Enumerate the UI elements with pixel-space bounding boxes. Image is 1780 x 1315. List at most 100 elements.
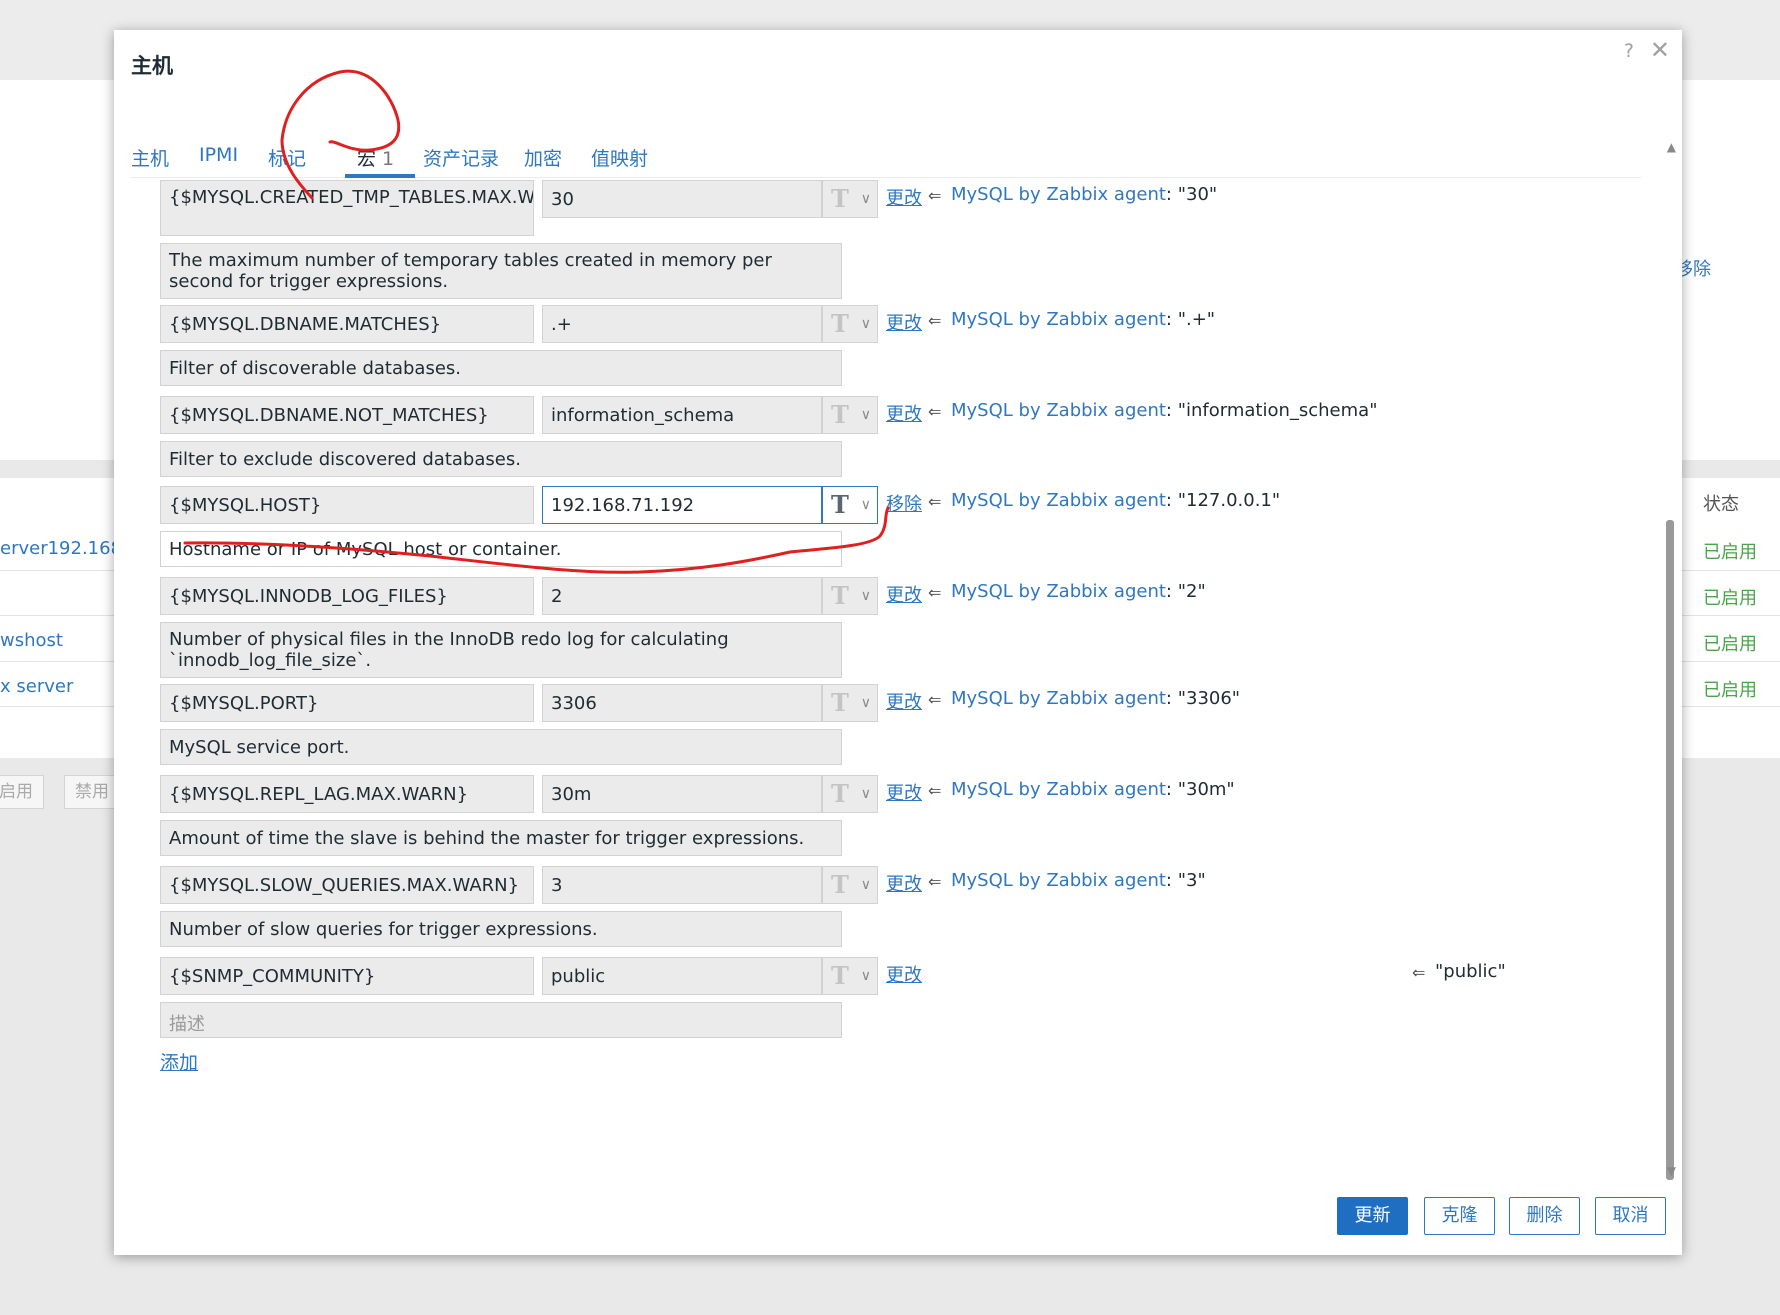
macro-value-field[interactable]: 192.168.71.192 bbox=[542, 486, 822, 524]
change-link[interactable]: 更改 bbox=[886, 581, 922, 607]
tab-value-mapping[interactable]: 值映射 bbox=[591, 144, 648, 171]
tab-host[interactable]: 主机 bbox=[131, 144, 169, 171]
text-type-icon: T bbox=[831, 961, 849, 990]
macro-type-button[interactable]: T ∨ bbox=[822, 866, 878, 904]
macro-type-button[interactable]: T ∨ bbox=[822, 396, 878, 434]
inherited-value: MySQL by Zabbix agent: "30m" bbox=[951, 779, 1235, 800]
text-type-icon: T bbox=[831, 400, 849, 429]
macro-name-field[interactable]: {$MYSQL.DBNAME.NOT_MATCHES} bbox=[160, 396, 534, 434]
macro-value-field[interactable]: public bbox=[542, 957, 822, 995]
background-host-link[interactable]: wshost bbox=[0, 630, 63, 651]
template-link[interactable]: MySQL by Zabbix agent bbox=[951, 581, 1166, 602]
macro-name-field[interactable]: {$MYSQL.CREATED_TMP_TABLES.MAX.WARN} bbox=[160, 180, 534, 236]
tab-macros[interactable]: 宏1 bbox=[357, 144, 394, 171]
background-host-link[interactable]: x server bbox=[0, 676, 73, 697]
change-link[interactable]: 更改 bbox=[886, 779, 922, 805]
macro-row: {$MYSQL.DBNAME.MATCHES} .+ T ∨ 更改 ⇐ MySQL… bbox=[160, 305, 1660, 343]
macro-name-field[interactable]: {$MYSQL.INNODB_LOG_FILES} bbox=[160, 577, 534, 615]
chevron-down-icon: ∨ bbox=[860, 695, 871, 711]
template-link[interactable]: MySQL by Zabbix agent bbox=[951, 870, 1166, 891]
tab-ipmi[interactable]: IPMI bbox=[199, 144, 238, 166]
delete-button[interactable]: 删除 bbox=[1509, 1197, 1580, 1235]
inherit-arrow-icon: ⇐ bbox=[928, 311, 942, 330]
macro-description-field[interactable]: Number of slow queries for trigger expre… bbox=[160, 911, 842, 947]
macro-description-field[interactable]: Filter to exclude discovered databases. bbox=[160, 441, 842, 477]
add-macro-link[interactable]: 添加 bbox=[160, 1048, 198, 1075]
chevron-down-icon: ∨ bbox=[860, 191, 871, 207]
change-link[interactable]: 更改 bbox=[886, 688, 922, 714]
background-status-enabled[interactable]: 已启用 bbox=[1703, 538, 1757, 564]
template-link[interactable]: MySQL by Zabbix agent bbox=[951, 779, 1166, 800]
tab-inventory[interactable]: 资产记录 bbox=[423, 144, 499, 171]
change-link[interactable]: 更改 bbox=[886, 309, 922, 335]
macro-type-button[interactable]: T ∨ bbox=[822, 577, 878, 615]
macro-value-field[interactable]: 30m bbox=[542, 775, 822, 813]
macro-value-field[interactable]: 2 bbox=[542, 577, 822, 615]
macro-description-field[interactable]: 描述 bbox=[160, 1002, 842, 1038]
macro-name-field[interactable]: {$SNMP_COMMUNITY} bbox=[160, 957, 534, 995]
macro-value-field[interactable]: .+ bbox=[542, 305, 822, 343]
macro-name-field[interactable]: {$MYSQL.HOST} bbox=[160, 486, 534, 524]
macro-description-field[interactable]: The maximum number of temporary tables c… bbox=[160, 243, 842, 299]
template-link[interactable]: MySQL by Zabbix agent bbox=[951, 688, 1166, 709]
background-disable-button[interactable]: 禁用 bbox=[64, 775, 120, 809]
inherited-text: : "information_schema" bbox=[1165, 400, 1378, 421]
text-type-icon: T bbox=[831, 490, 849, 519]
background-status-enabled[interactable]: 已启用 bbox=[1703, 630, 1757, 656]
cancel-button[interactable]: 取消 bbox=[1595, 1197, 1666, 1235]
inherited-text: : "30m" bbox=[1165, 779, 1235, 800]
remove-link[interactable]: 移除 bbox=[886, 490, 922, 516]
inherited-value: MySQL by Zabbix agent: "3306" bbox=[951, 688, 1240, 709]
template-link[interactable]: MySQL by Zabbix agent bbox=[951, 309, 1166, 330]
tab-tags[interactable]: 标记 bbox=[268, 144, 306, 171]
change-link[interactable]: 更改 bbox=[886, 400, 922, 426]
template-link[interactable]: MySQL by Zabbix agent bbox=[951, 184, 1166, 205]
macro-name-field[interactable]: {$MYSQL.DBNAME.MATCHES} bbox=[160, 305, 534, 343]
macro-type-button[interactable]: T ∨ bbox=[822, 486, 878, 524]
template-link[interactable]: MySQL by Zabbix agent bbox=[951, 400, 1166, 421]
chevron-down-icon: ∨ bbox=[860, 407, 871, 423]
macro-type-button[interactable]: T ∨ bbox=[822, 305, 878, 343]
macro-type-button[interactable]: T ∨ bbox=[822, 180, 878, 218]
scroll-up-arrow-icon[interactable]: ▲ bbox=[1667, 140, 1676, 154]
inherit-arrow-icon: ⇐ bbox=[928, 492, 942, 511]
inherit-arrow-icon: ⇐ bbox=[928, 402, 942, 421]
inherited-text: : "30" bbox=[1165, 184, 1218, 205]
macro-description-field[interactable]: Amount of time the slave is behind the m… bbox=[160, 820, 842, 856]
inherited-text: : "2" bbox=[1165, 581, 1206, 602]
change-link[interactable]: 更改 bbox=[886, 870, 922, 896]
scroll-down-arrow-icon[interactable]: ▼ bbox=[1667, 1164, 1676, 1178]
macro-value-field[interactable]: 3 bbox=[542, 866, 822, 904]
background-status-enabled[interactable]: 已启用 bbox=[1703, 676, 1757, 702]
macro-value-field[interactable]: 3306 bbox=[542, 684, 822, 722]
macro-description-field[interactable]: Hostname or IP of MySQL host or containe… bbox=[160, 531, 842, 567]
macro-name-field[interactable]: {$MYSQL.REPL_LAG.MAX.WARN} bbox=[160, 775, 534, 813]
help-icon[interactable]: ? bbox=[1624, 40, 1634, 62]
macro-type-button[interactable]: T ∨ bbox=[822, 684, 878, 722]
background-enable-button[interactable]: 启用 bbox=[0, 775, 44, 809]
macro-type-button[interactable]: T ∨ bbox=[822, 957, 878, 995]
macro-description-field[interactable]: MySQL service port. bbox=[160, 729, 842, 765]
update-button[interactable]: 更新 bbox=[1337, 1197, 1408, 1235]
tab-encryption[interactable]: 加密 bbox=[524, 144, 562, 171]
macro-name-field[interactable]: {$MYSQL.PORT} bbox=[160, 684, 534, 722]
macro-description-field[interactable]: Number of physical files in the InnoDB r… bbox=[160, 622, 842, 678]
change-link[interactable]: 更改 bbox=[886, 961, 922, 987]
inherited-value: MySQL by Zabbix agent: "3" bbox=[951, 870, 1206, 891]
inherited-value: "public" bbox=[1435, 961, 1506, 982]
change-link[interactable]: 更改 bbox=[886, 184, 922, 210]
macro-row: {$SNMP_COMMUNITY} public T ∨ 更改 ⇐ "public… bbox=[160, 957, 1660, 995]
background-status-enabled[interactable]: 已启用 bbox=[1703, 584, 1757, 610]
macro-row: {$MYSQL.INNODB_LOG_FILES} 2 T ∨ 更改 ⇐ MySQ… bbox=[160, 577, 1660, 615]
scrollbar-thumb[interactable] bbox=[1666, 520, 1674, 1180]
macro-value-field[interactable]: 30 bbox=[542, 180, 822, 218]
macro-row: {$MYSQL.HOST} 192.168.71.192 T ∨ 移除 ⇐ MyS… bbox=[160, 486, 1660, 524]
macro-type-button[interactable]: T ∨ bbox=[822, 775, 878, 813]
macro-description-field[interactable]: Filter of discoverable databases. bbox=[160, 350, 842, 386]
clone-button[interactable]: 克隆 bbox=[1424, 1197, 1495, 1235]
macro-name-field[interactable]: {$MYSQL.SLOW_QUERIES.MAX.WARN} bbox=[160, 866, 534, 904]
inherited-text: : "127.0.0.1" bbox=[1165, 490, 1281, 511]
template-link[interactable]: MySQL by Zabbix agent bbox=[951, 490, 1166, 511]
macro-value-field[interactable]: information_schema bbox=[542, 396, 822, 434]
close-icon[interactable]: ✕ bbox=[1650, 36, 1670, 64]
